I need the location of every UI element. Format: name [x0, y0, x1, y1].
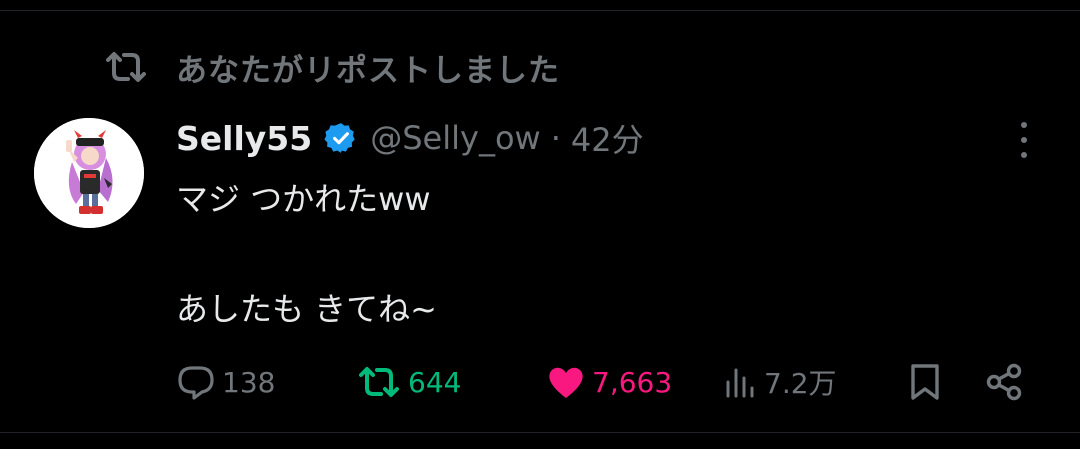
views-button[interactable]: 7.2万 — [722, 356, 837, 408]
repost-count: 644 — [408, 365, 462, 399]
action-bar: 138 644 7,663 7.2万 — [0, 356, 1080, 408]
share-icon — [984, 362, 1024, 402]
bookmark-button[interactable] — [908, 356, 942, 408]
views-count: 7.2万 — [764, 367, 837, 400]
post-time[interactable]: 42分 — [571, 115, 644, 161]
reply-button[interactable]: 138 — [176, 356, 275, 408]
bookmark-icon — [908, 362, 942, 402]
repost-icon — [356, 364, 402, 400]
tweet-text-line-1: マジ つかれたww — [176, 180, 431, 218]
heart-icon — [546, 364, 586, 400]
share-button[interactable] — [984, 356, 1024, 408]
like-button[interactable]: 7,663 — [546, 356, 672, 408]
avatar[interactable] — [34, 118, 144, 228]
like-count: 7,663 — [592, 365, 673, 399]
author-handle[interactable]: @Selly_ow — [370, 119, 540, 157]
tweet-card[interactable]: あなたがリポストしました Selly55 @Selly_ow · 42分 マジ … — [0, 0, 1080, 449]
divider-top — [0, 10, 1080, 11]
reply-icon — [176, 364, 216, 400]
verified-badge-icon — [324, 120, 360, 156]
author-name[interactable]: Selly55 — [176, 119, 312, 158]
divider-bottom — [0, 432, 1080, 433]
tweet-text-line-2: あしたも きてね~ — [176, 290, 437, 328]
repost-banner-text: あなたがリポストしました — [176, 52, 560, 89]
reply-count: 138 — [222, 365, 276, 399]
repost-button[interactable]: 644 — [356, 356, 461, 408]
more-options-icon[interactable] — [1012, 122, 1036, 158]
repost-banner: あなたがリポストしました — [104, 44, 560, 90]
tweet-header: Selly55 @Selly_ow · 42分 — [176, 112, 644, 164]
repost-icon — [104, 47, 148, 87]
analytics-icon — [722, 364, 758, 400]
separator-dot: · — [550, 119, 561, 157]
